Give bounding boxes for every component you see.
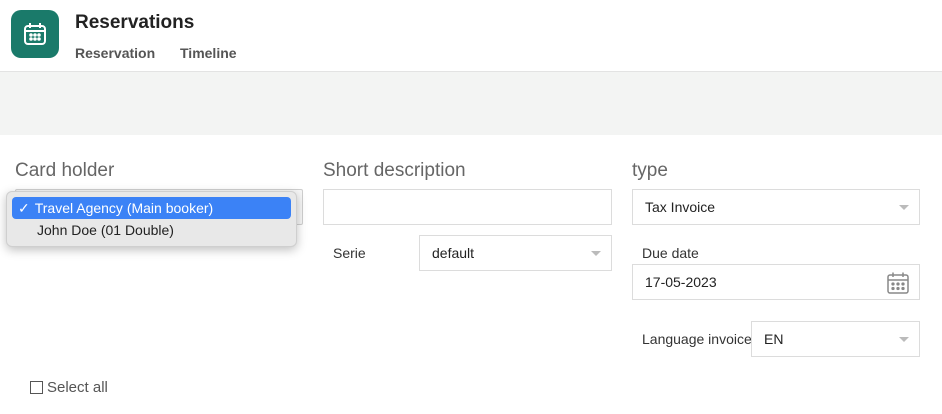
short-description-label: Short description [323, 160, 466, 181]
toolbar-band [0, 72, 942, 135]
language-invoice-value: EN [764, 331, 784, 347]
serie-value: default [432, 245, 475, 261]
card-holder-option[interactable]: ✓ Travel Agency (Main booker) [12, 197, 291, 219]
serie-select[interactable]: default [419, 235, 612, 271]
card-holder-option-label: John Doe (01 Double) [37, 222, 174, 238]
due-date-label: Due date [642, 245, 699, 261]
tab-reservation[interactable]: Reservation [75, 45, 155, 61]
calendar-icon[interactable] [886, 271, 910, 298]
type-label: type [632, 160, 668, 181]
type-value: Tax Invoice [645, 199, 716, 215]
due-date-value: 17-05-2023 [645, 274, 717, 290]
card-holder-option[interactable]: John Doe (01 Double) [12, 219, 291, 241]
calendar-app-icon[interactable] [11, 10, 59, 58]
serie-label: Serie [333, 245, 366, 261]
short-description-input[interactable] [323, 189, 612, 225]
chevron-down-icon [899, 205, 909, 210]
language-invoice-select[interactable]: EN [751, 321, 920, 357]
chevron-down-icon [591, 251, 601, 256]
type-select[interactable]: Tax Invoice [632, 189, 920, 225]
tab-timeline[interactable]: Timeline [180, 45, 237, 61]
select-all-checkbox[interactable] [30, 381, 43, 394]
select-all-label: Select all [47, 379, 108, 396]
card-holder-option-label: Travel Agency (Main booker) [34, 200, 214, 216]
chevron-down-icon [899, 337, 909, 342]
language-invoice-label: Language invoice [642, 331, 752, 347]
card-holder-label: Card holder [15, 160, 115, 181]
due-date-input[interactable]: 17-05-2023 [632, 264, 920, 300]
card-holder-dropdown-menu: ✓ Travel Agency (Main booker) John Doe (… [6, 191, 297, 247]
page-title: Reservations [75, 12, 195, 33]
checkmark-icon: ✓ [18, 199, 30, 216]
select-all-toggle[interactable]: Select all [30, 379, 108, 396]
app-header: Reservations Reservation Timeline [0, 0, 942, 72]
